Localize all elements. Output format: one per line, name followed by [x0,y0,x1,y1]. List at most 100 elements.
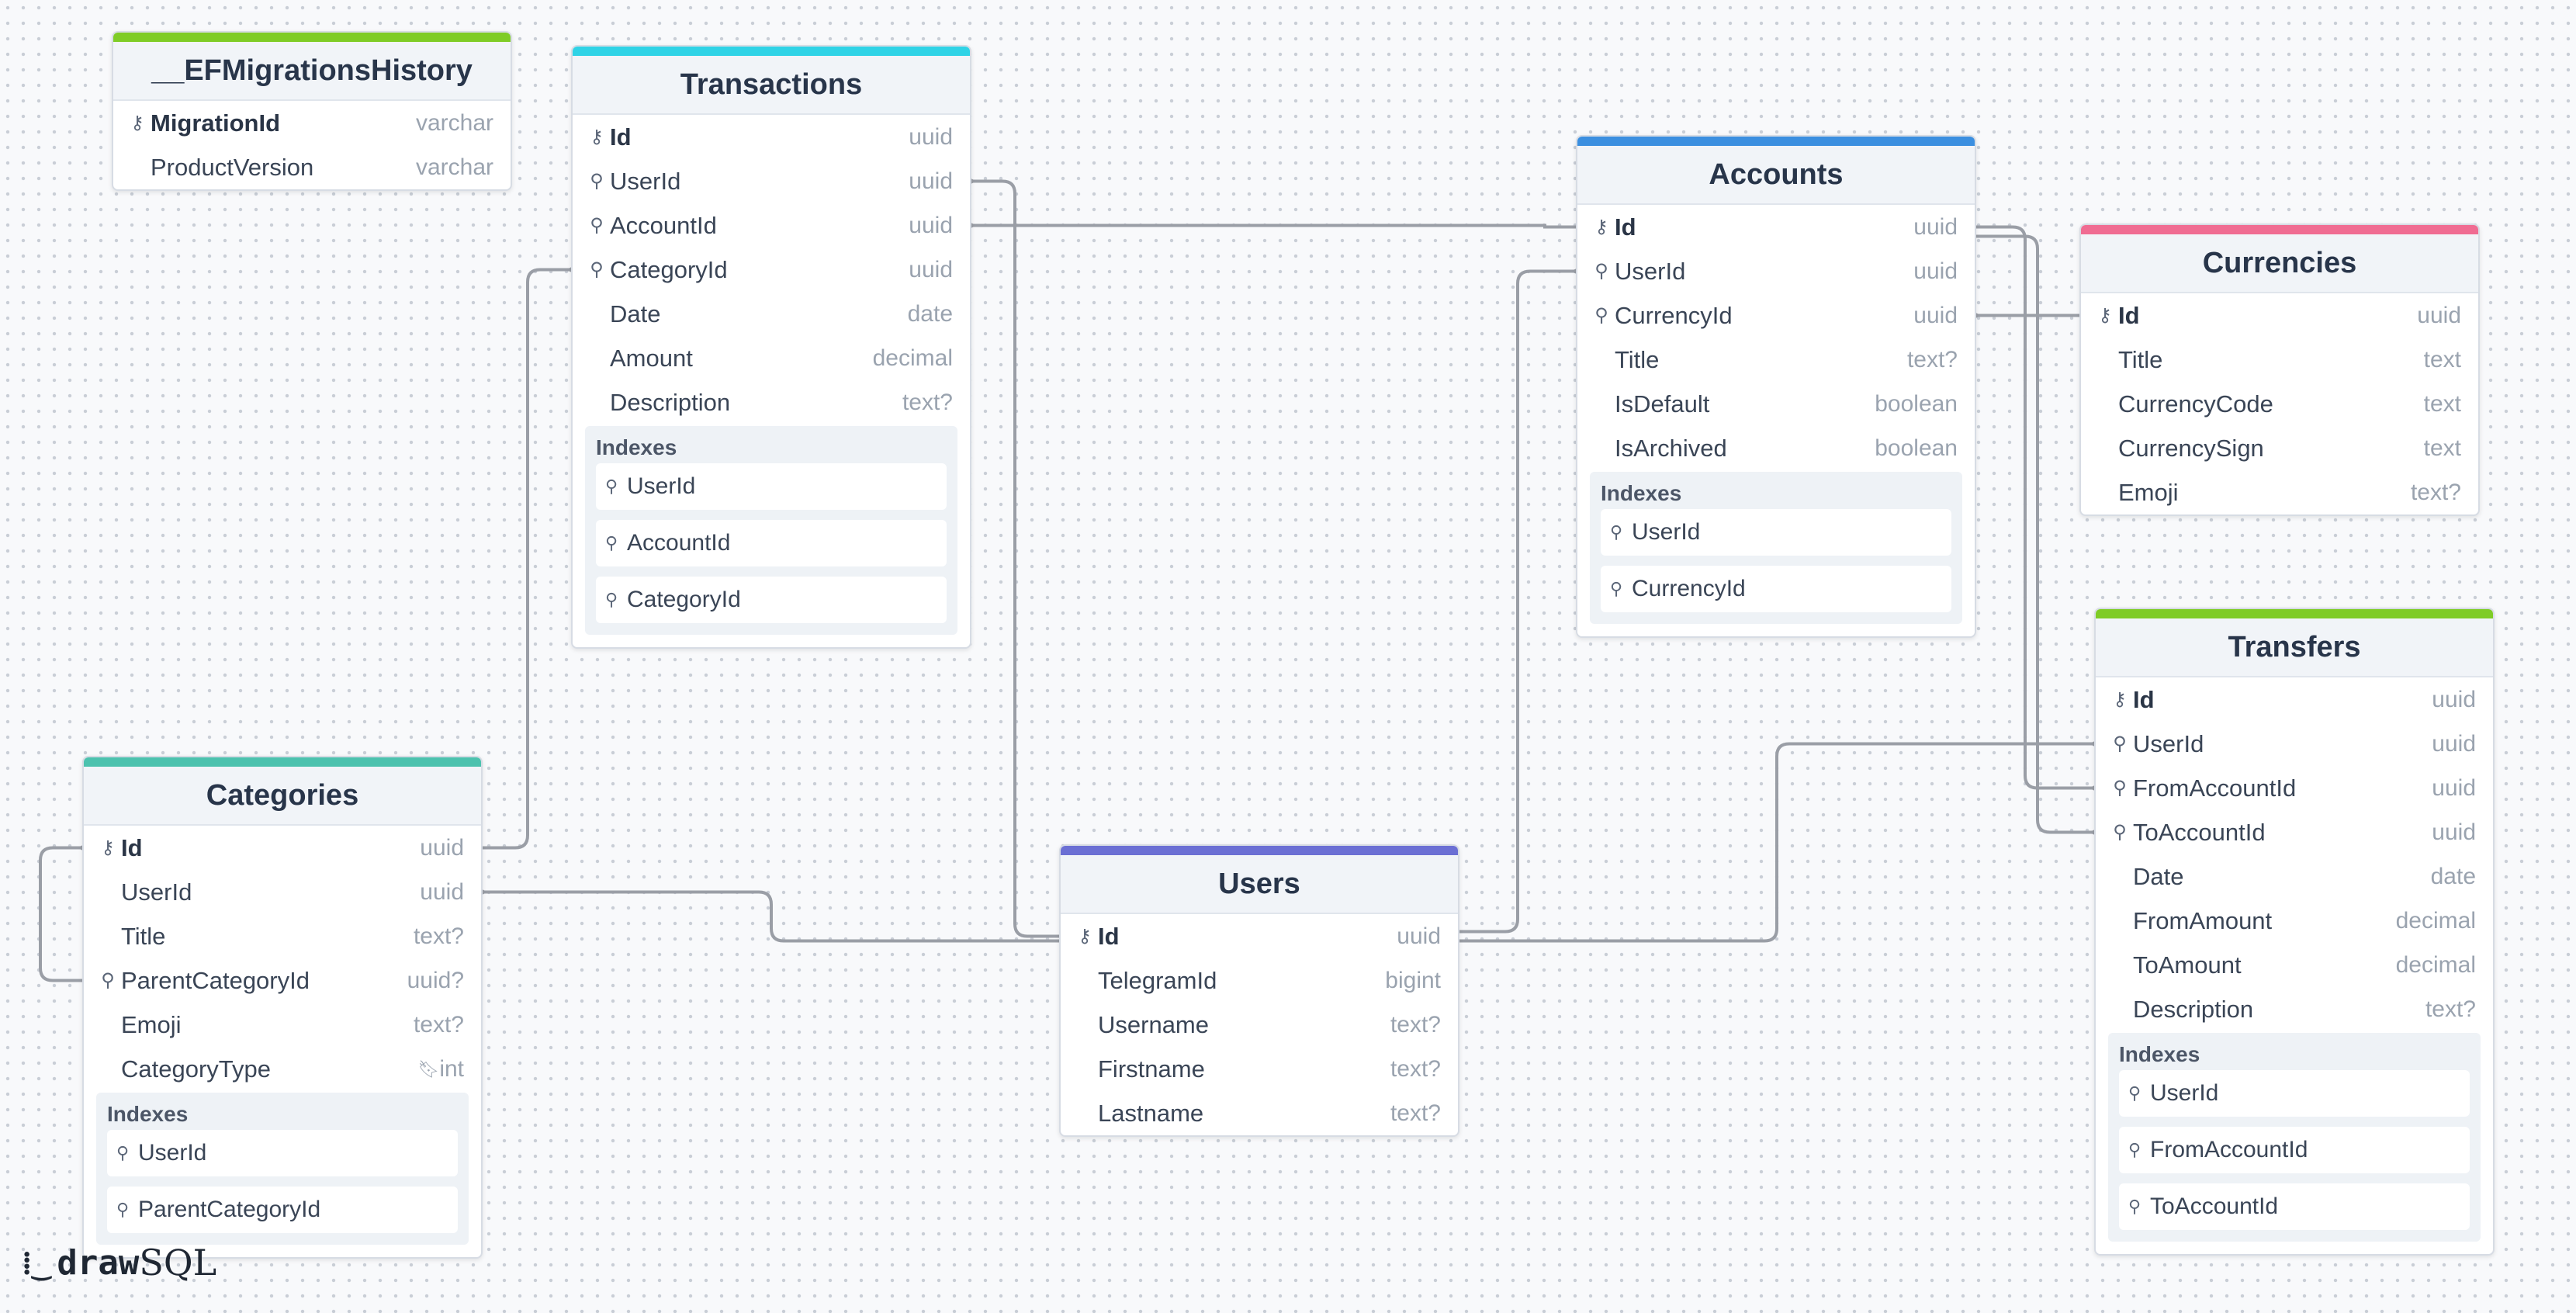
column-row[interactable]: TelegramId bigint [1061,958,1458,1003]
table-accounts[interactable]: Accounts ⚷ Id uuid ⚲ UserId uuid ⚲ CurrencyId uui… [1576,135,1976,638]
index-item[interactable]: ⚲ UserId [596,463,947,510]
logo-word-bold: draw [57,1242,140,1283]
table-header[interactable]: Transactions [573,47,970,115]
index-name: AccountId [627,530,731,556]
column-row[interactable]: FromAmount decimal [2096,899,2493,943]
diagram-canvas[interactable]: __EFMigrationsHistory ⚷ MigrationId varchar… [0,0,2576,1313]
column-row[interactable]: Title text? [1577,338,1975,382]
index-item[interactable]: ⚲ UserId [2119,1070,2470,1117]
table-transfers[interactable]: Transfers ⚷ Id uuid ⚲ UserId uuid ⚲ FromAccountI… [2094,608,2495,1256]
index-item[interactable]: ⚲ UserId [107,1130,458,1176]
column-type: decimal [872,345,953,371]
column-row[interactable]: Username text? [1061,1003,1458,1047]
table-title: Categories [206,778,359,812]
column-row[interactable]: CategoryType 🔖︎ int [84,1047,481,1091]
column-name: UserId [121,878,192,906]
column-row[interactable]: ⚷ Id uuid [2096,677,2493,722]
column-row[interactable]: Title text? [84,914,481,958]
column-row[interactable]: CurrencyCode text [2081,382,2478,426]
column-row[interactable]: ⚲ UserId uuid [573,159,970,203]
index-item[interactable]: ⚲ ToAccountId [2119,1183,2470,1230]
fk-pin-icon: ⚲ [590,215,604,236]
key-icon: ⚷ [130,113,144,133]
column-row[interactable]: Date date [2096,854,2493,899]
column-row[interactable]: ⚷ Id uuid [84,826,481,870]
drawsql-logo[interactable]: ⁞‿ draw SQL [22,1242,216,1284]
index-name: FromAccountId [2150,1137,2308,1162]
column-row[interactable]: IsArchived boolean [1577,426,1975,470]
column-type: text? [902,389,953,415]
fk-pin-icon: ⚲ [2113,822,2127,843]
key-icon: ⚷ [590,126,604,147]
index-item[interactable]: ⚲ UserId [1601,509,1951,556]
indexes-section: Indexes ⚲ UserId ⚲ CurrencyId [1590,472,1962,624]
column-row[interactable]: ⚷ Id uuid [2081,293,2478,338]
bookmark-icon: 🔖︎ [417,1058,440,1079]
table-header[interactable]: Categories [84,757,481,826]
column-row[interactable]: ⚲ FromAccountId uuid [2096,766,2493,810]
column-row[interactable]: Description text? [2096,987,2493,1031]
index-item[interactable]: ⚲ FromAccountId [2119,1127,2470,1173]
column-row[interactable]: Firstname text? [1061,1047,1458,1091]
column-type: text [2423,390,2461,417]
column-row[interactable]: Title text [2081,338,2478,382]
table-efmigrations[interactable]: __EFMigrationsHistory ⚷ MigrationId varchar… [112,31,512,191]
table-header[interactable]: Transfers [2096,609,2493,677]
column-row[interactable]: Lastname text? [1061,1091,1458,1135]
index-item[interactable]: ⚲ CurrencyId [1601,566,1951,612]
column-row[interactable]: ⚲ ToAccountId uuid [2096,810,2493,854]
column-name: AccountId [610,211,717,239]
column-row[interactable]: ToAmount decimal [2096,943,2493,987]
column-row[interactable]: Amount decimal [573,336,970,380]
logo-word-light: SQL [139,1242,217,1284]
column-name: CategoryType [121,1055,271,1083]
index-item[interactable]: ⚲ AccountId [596,520,947,566]
column-row[interactable]: IsDefault boolean [1577,382,1975,426]
table-header[interactable]: Accounts [1577,137,1975,205]
column-row[interactable]: ⚲ UserId uuid [1577,249,1975,293]
table-currencies[interactable]: Currencies ⚷ Id uuid Title text CurrencyCode te… [2079,223,2480,516]
column-type: text? [1906,346,1958,372]
column-row[interactable]: ⚷ Id uuid [1061,914,1458,958]
column-row[interactable]: ⚷ Id uuid [1577,205,1975,249]
table-header[interactable]: Currencies [2081,225,2478,293]
column-name: UserId [2133,729,2204,757]
column-row[interactable]: Description text? [573,380,970,424]
column-row[interactable]: ⚷ Id uuid [573,115,970,159]
column-row[interactable]: Emoji text? [84,1003,481,1047]
indexes-heading: Indexes [1601,481,1682,505]
fk-pin-icon: ⚲ [590,259,604,280]
relation-line [971,223,1576,229]
fk-pin-icon: ⚲ [590,171,604,192]
index-item[interactable]: ⚲ ParentCategoryId [107,1187,458,1233]
column-row[interactable]: ⚲ CurrencyId uuid [1577,293,1975,338]
index-icon: ⚲ [605,476,618,496]
column-name: Id [2133,685,2155,713]
relation-line [483,268,571,850]
column-type: uuid [2432,686,2476,712]
column-row[interactable]: UserId uuid [84,870,481,914]
column-row[interactable]: Emoji text? [2081,470,2478,514]
column-type: text? [413,1011,464,1038]
table-transactions[interactable]: Transactions ⚷ Id uuid ⚲ UserId uuid ⚲ AccountId… [571,45,971,649]
column-row[interactable]: ⚷ MigrationId varchar [113,101,511,145]
table-categories[interactable]: Categories ⚷ Id uuid UserId uuid Title text? ⚲ Pa… [82,756,483,1259]
table-header[interactable]: Users [1061,846,1458,914]
column-row[interactable]: ⚲ AccountId uuid [573,203,970,248]
column-row[interactable]: ⚲ CategoryId uuid [573,248,970,292]
column-row[interactable]: ProductVersion varchar [113,145,511,189]
column-row[interactable]: CurrencySign text [2081,426,2478,470]
index-icon: ⚲ [605,590,618,609]
column-name: CurrencyCode [2118,390,2273,417]
index-item[interactable]: ⚲ CategoryId [596,577,947,623]
relation-line [483,890,1059,943]
fk-pin-icon: ⚲ [2113,733,2127,754]
column-row[interactable]: Date date [573,292,970,336]
indexes-section: Indexes ⚲ UserId ⚲ ParentCategoryId [96,1093,469,1245]
column-row[interactable]: ⚲ ParentCategoryId uuid? [84,958,481,1003]
column-name: ToAccountId [2133,818,2266,846]
table-header[interactable]: __EFMigrationsHistory [113,33,511,101]
column-row[interactable]: ⚲ UserId uuid [2096,722,2493,766]
column-name: Amount [610,344,693,372]
table-users[interactable]: Users ⚷ Id uuid TelegramId bigint Username text… [1059,844,1459,1137]
